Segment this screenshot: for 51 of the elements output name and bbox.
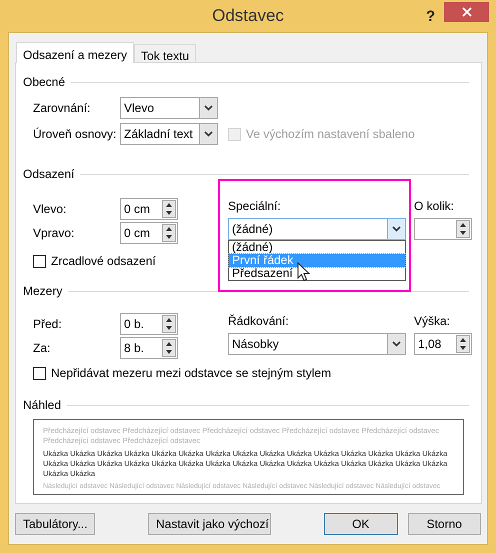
field-label: Vlevo: — [33, 201, 68, 218]
field-label: O kolik: — [414, 198, 456, 215]
chevron-down-icon — [204, 105, 213, 111]
spin-field[interactable]: 8 b. — [120, 337, 178, 359]
close-button[interactable] — [444, 2, 489, 22]
spin-arrows-icon[interactable] — [162, 200, 176, 218]
close-icon — [462, 7, 472, 17]
field-label: Zarovnání: — [33, 100, 92, 117]
checkbox-label: Zrcadlové odsazení — [51, 253, 156, 270]
chevron-down-icon — [204, 131, 213, 137]
chevron-down-icon — [392, 226, 401, 232]
window-title: Odstavec — [212, 5, 284, 28]
dialog-button[interactable]: Tabulátory... — [15, 513, 95, 535]
spin-arrows-icon[interactable] — [162, 315, 176, 333]
dropdown-option[interactable]: (žádné) — [229, 241, 405, 254]
spin-field[interactable]: 0 cm — [120, 222, 178, 244]
checkbox[interactable] — [33, 366, 46, 380]
spin-arrows-icon[interactable] — [162, 339, 176, 357]
section-heading: Obecné — [23, 74, 66, 91]
dialog-button[interactable]: OK — [324, 513, 398, 535]
checkbox-label: Ve výchozím nastavení sbaleno — [246, 126, 415, 143]
dropdown[interactable]: (žádné) — [228, 218, 406, 240]
tab[interactable]: Odsazení a mezery — [16, 42, 134, 63]
spin-field[interactable]: 0 cm — [120, 198, 178, 220]
section-heading: Odsazení — [23, 166, 74, 183]
dropdown-option[interactable]: Předsazení — [229, 267, 405, 280]
chevron-down-icon — [392, 341, 401, 347]
field-label: Za: — [33, 340, 52, 357]
spin-arrows-icon[interactable] — [456, 335, 470, 353]
field-label: Úroveň osnovy: — [33, 126, 118, 143]
help-button[interactable]: ? — [426, 6, 436, 28]
field-label: Řádkování: — [228, 313, 290, 330]
field-label: Speciální: — [228, 198, 282, 215]
spin-field[interactable]: 0 b. — [120, 313, 178, 335]
spin-field[interactable]: 1,08 — [414, 333, 472, 355]
spin-arrows-icon[interactable] — [456, 220, 470, 238]
spin-field[interactable] — [414, 218, 472, 240]
dropdown[interactable]: Vlevo — [120, 97, 218, 119]
tab[interactable]: Tok textu — [134, 44, 196, 62]
section-heading: Mezery — [23, 283, 62, 300]
dropdown[interactable]: Násobky — [228, 333, 406, 355]
section-heading: Náhled — [23, 397, 62, 414]
checkbox-label: Nepřidávat mezeru mezi odstavce se stejným stylem — [51, 365, 332, 382]
checkbox[interactable] — [33, 254, 46, 268]
spin-arrows-icon[interactable] — [162, 224, 176, 242]
dialog-button[interactable]: Storno — [408, 513, 481, 535]
dropdown[interactable]: Základní text — [120, 123, 218, 145]
dialog-button[interactable]: Nastavit jako výchozí — [148, 513, 271, 535]
field-label: Vpravo: — [33, 225, 76, 242]
field-label: Před: — [33, 316, 63, 333]
field-label: Výška: — [414, 313, 452, 330]
